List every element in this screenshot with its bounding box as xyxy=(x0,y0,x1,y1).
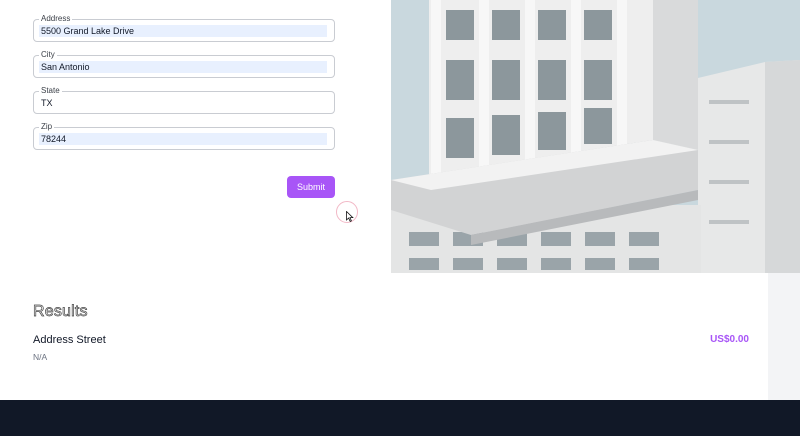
state-field[interactable]: State TX xyxy=(33,86,335,114)
results-title: Results xyxy=(33,303,88,321)
results-section: Results Address Street N/A US$0.00 xyxy=(0,273,768,400)
city-label: City xyxy=(39,50,57,60)
result-address-name: Address Street xyxy=(33,334,106,346)
zip-input[interactable]: 78244 xyxy=(39,133,327,145)
footer xyxy=(0,400,800,436)
state-label: State xyxy=(39,86,62,96)
results-side-panel xyxy=(768,273,800,400)
building-photo xyxy=(391,0,800,273)
address-form: Address 5500 Grand Lake Drive City San A… xyxy=(0,0,391,273)
address-input[interactable]: 5500 Grand Lake Drive xyxy=(39,25,327,37)
address-field[interactable]: Address 5500 Grand Lake Drive xyxy=(33,14,335,42)
zip-field[interactable]: Zip 78244 xyxy=(33,122,335,150)
zip-label: Zip xyxy=(39,122,55,132)
city-field[interactable]: City San Antonio xyxy=(33,50,335,78)
cursor-arrow-icon xyxy=(346,211,354,222)
state-input[interactable]: TX xyxy=(39,97,327,109)
city-input[interactable]: San Antonio xyxy=(39,61,327,73)
result-address-detail: N/A xyxy=(33,352,48,362)
result-price: US$0.00 xyxy=(710,334,749,345)
address-label: Address xyxy=(39,14,73,24)
submit-button[interactable]: Submit xyxy=(287,176,335,198)
